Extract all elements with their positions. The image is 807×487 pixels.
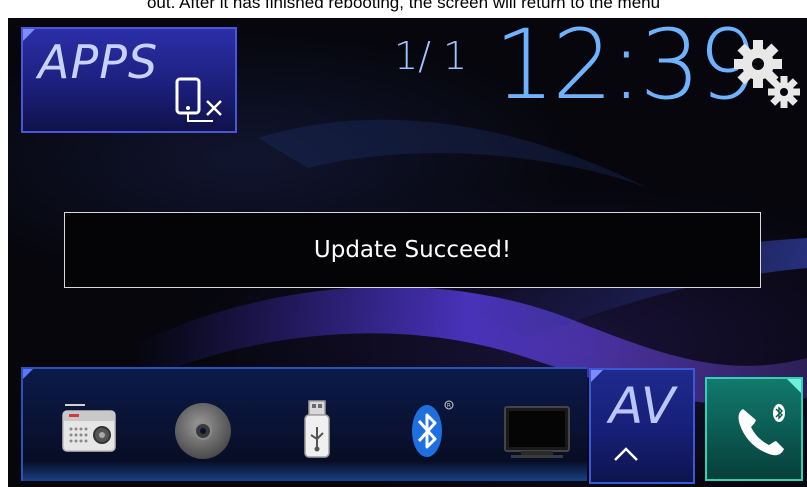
source-bar: R [21,367,587,481]
clock-display: 12:39 [494,18,759,121]
update-status-message: Update Succeed! [313,237,512,263]
av-label: AV [609,377,675,435]
av-button[interactable]: AV [589,368,695,484]
usb-icon[interactable] [277,389,357,469]
date-display: 1/ 1 [394,34,468,78]
settings-gear-icon[interactable] [732,38,802,110]
disc-icon[interactable] [163,389,243,469]
phone-disconnected-icon [175,77,222,122]
apps-label: APPS [38,35,159,89]
update-status-dialog: Update Succeed! [64,212,761,288]
svg-text:R: R [447,403,451,410]
chevron-up-icon [614,447,638,461]
phone-button[interactable] [705,377,803,481]
tv-icon[interactable] [497,389,577,469]
document-caption: out. After it has finished rebooting, th… [146,0,661,12]
bluetooth-icon[interactable]: R [387,389,467,469]
head-unit-screen: APPS 1/ 1 12:39 Update Succeed! R AV [8,18,807,487]
apps-button[interactable]: APPS [21,27,237,133]
radio-icon[interactable] [49,389,129,469]
phone-handset-icon [738,404,785,456]
